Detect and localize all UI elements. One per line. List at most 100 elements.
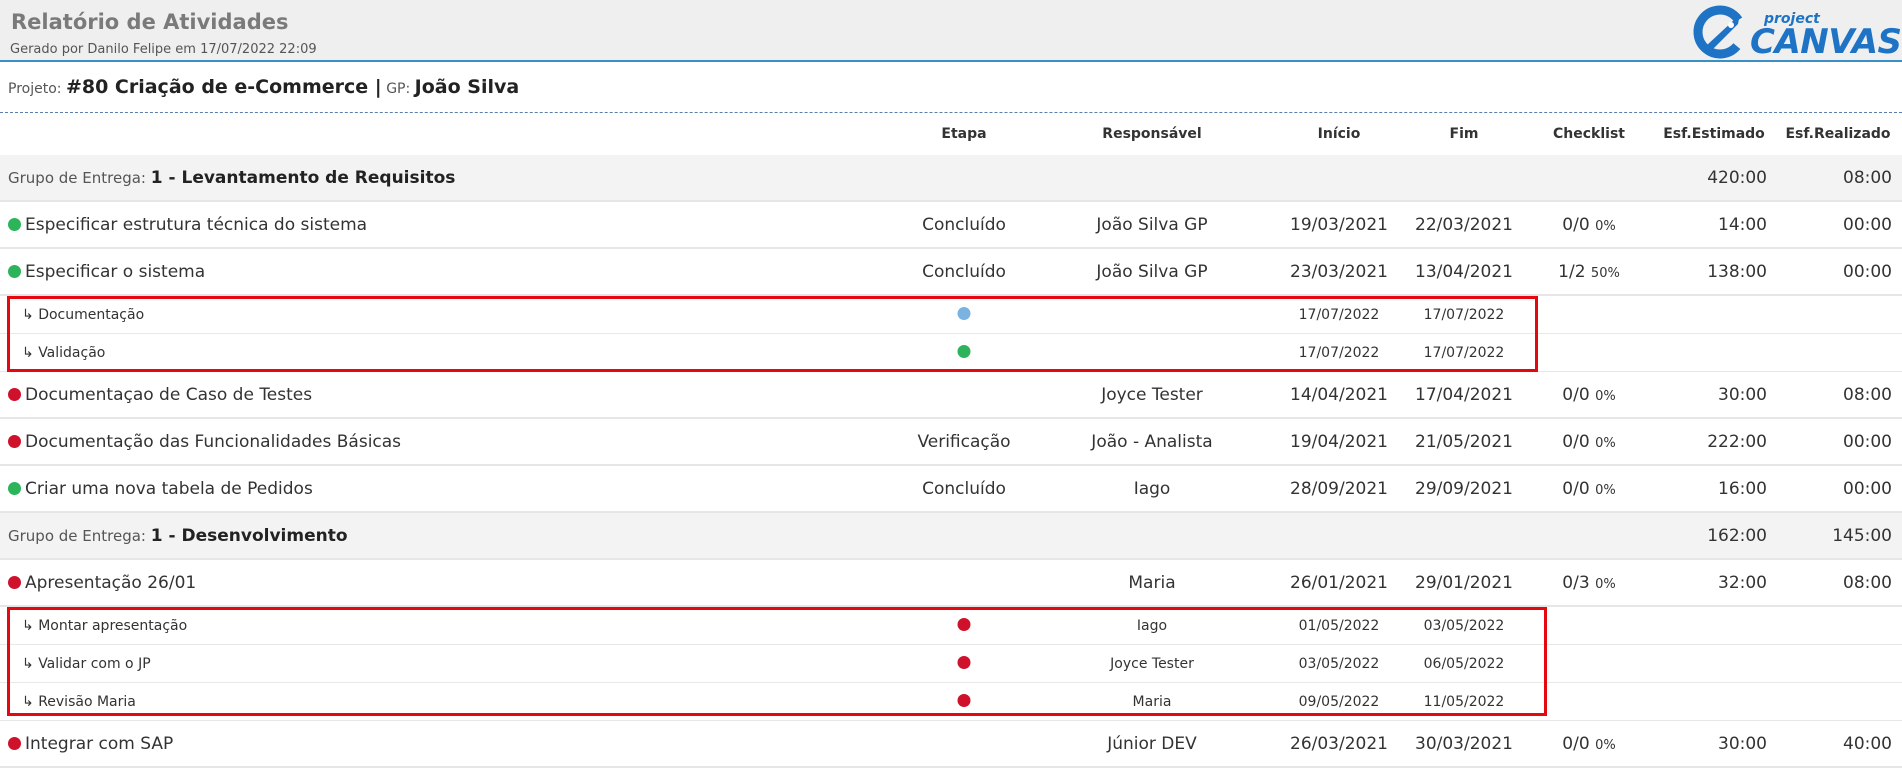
task-estimado: 32:00: [1718, 572, 1767, 593]
checklist-count: 0/0: [1562, 214, 1590, 235]
status-dot-icon: [8, 264, 21, 278]
task-realizado: 00:00: [1843, 261, 1892, 282]
checklist-percent: 0%: [1595, 218, 1616, 234]
group-label: Grupo de Entrega: 1 - Levantamento de Re…: [8, 168, 455, 188]
status-dot-icon: [8, 387, 21, 401]
status-dot-icon: [8, 575, 21, 589]
checklist-percent: 0%: [1595, 576, 1616, 592]
task-checklist: 0/0 0%: [1562, 432, 1615, 452]
task-responsavel: João Silva GP: [1096, 214, 1208, 235]
task-realizado: 08:00: [1843, 572, 1892, 593]
task-name: Criar uma nova tabela de Pedidos: [25, 478, 313, 499]
task-responsavel: João - Analista: [1091, 431, 1213, 452]
task-row[interactable]: Criar uma nova tabela de Pedidos Concluí…: [0, 466, 1902, 513]
task-etapa: Verificação: [917, 431, 1011, 452]
delivery-group-row: Grupo de Entrega: 1 - Levantamento de Re…: [0, 155, 1902, 202]
task-responsavel: Júnior DEV: [1107, 733, 1197, 754]
group-estimado: 420:00: [1707, 167, 1767, 188]
checklist-count: 0/0: [1562, 431, 1590, 452]
task-name-cell: Documentação das Funcionalidades Básicas: [8, 432, 401, 452]
task-name: Especificar estrutura técnica do sistema: [25, 214, 368, 235]
group-prefix: Grupo de Entrega:: [8, 526, 146, 545]
task-checklist: 0/0 0%: [1562, 385, 1615, 405]
col-header-inicio: Início: [1317, 126, 1361, 142]
col-header-estimado: Esf.Estimado: [1663, 126, 1765, 142]
logo-big-text: CANVAS: [1750, 22, 1902, 62]
task-etapa: Concluído: [922, 261, 1006, 282]
checklist-percent: 0%: [1595, 737, 1616, 753]
task-realizado: 00:00: [1843, 431, 1892, 452]
task-name-cell: Especificar estrutura técnica do sistema: [8, 215, 367, 235]
task-row[interactable]: Documentação das Funcionalidades Básicas…: [0, 419, 1902, 466]
col-header-checklist: Checklist: [1553, 126, 1625, 142]
highlight-box-subtasks-2: [7, 607, 1547, 716]
task-name-cell: Documentaçao de Caso de Testes: [8, 385, 312, 405]
task-inicio: 19/03/2021: [1290, 214, 1388, 235]
group-realizado: 08:00: [1843, 167, 1892, 188]
task-realizado: 00:00: [1843, 214, 1892, 235]
task-name: Integrar com SAP: [25, 733, 174, 754]
project-label: Projeto:: [8, 81, 62, 97]
task-estimado: 16:00: [1718, 478, 1767, 499]
report-title: Relatório de Atividades: [11, 10, 289, 34]
task-name-cell: Especificar o sistema: [8, 262, 205, 282]
project-name: #80 Criação de e-Commerce |: [65, 76, 382, 98]
dotted-divider: [0, 112, 1902, 113]
task-name-cell: Apresentação 26/01: [8, 573, 196, 593]
group-prefix: Grupo de Entrega:: [8, 168, 146, 187]
gp-name: João Silva: [414, 76, 520, 98]
group-name: 1 - Levantamento de Requisitos: [150, 167, 456, 188]
task-name-cell: Integrar com SAP: [8, 734, 173, 754]
task-inicio: 14/04/2021: [1290, 384, 1388, 405]
report-header: Relatório de Atividades Gerado por Danil…: [0, 0, 1902, 62]
report-subtitle: Gerado por Danilo Felipe em 17/07/2022 2…: [10, 42, 317, 57]
task-responsavel: Joyce Tester: [1101, 384, 1203, 405]
task-row[interactable]: Integrar com SAP Júnior DEV 26/03/2021 3…: [0, 721, 1902, 768]
group-name: 1 - Desenvolvimento: [150, 525, 348, 546]
task-name: Documentação das Funcionalidades Básicas: [25, 431, 402, 452]
project-canvas-logo: project CANVAS: [1688, 2, 1902, 62]
task-row[interactable]: Especificar o sistema Concluído João Sil…: [0, 249, 1902, 296]
task-checklist: 0/0 0%: [1562, 734, 1615, 754]
checklist-percent: 0%: [1595, 482, 1616, 498]
task-row[interactable]: Apresentação 26/01 Maria 26/01/2021 29/0…: [0, 560, 1902, 607]
task-fim: 21/05/2021: [1415, 431, 1513, 452]
status-dot-icon: [8, 481, 21, 495]
task-responsavel: Iago: [1133, 478, 1171, 499]
col-header-responsavel: Responsável: [1102, 126, 1202, 142]
task-estimado: 138:00: [1707, 261, 1767, 282]
status-dot-icon: [8, 217, 21, 231]
status-dot-icon: [8, 434, 21, 448]
delivery-group-row: Grupo de Entrega: 1 - Desenvolvimento 16…: [0, 513, 1902, 560]
task-inicio: 26/03/2021: [1290, 733, 1388, 754]
checklist-count: 0/3: [1562, 572, 1590, 593]
task-inicio: 23/03/2021: [1290, 261, 1388, 282]
col-header-etapa: Etapa: [941, 126, 987, 142]
task-checklist: 0/3 0%: [1562, 573, 1615, 593]
checklist-count: 0/0: [1562, 478, 1590, 499]
task-name-cell: Criar uma nova tabela de Pedidos: [8, 479, 313, 499]
group-label: Grupo de Entrega: 1 - Desenvolvimento: [8, 526, 348, 546]
task-name: Documentaçao de Caso de Testes: [25, 384, 313, 405]
task-checklist: 0/0 0%: [1562, 215, 1615, 235]
task-realizado: 08:00: [1843, 384, 1892, 405]
task-etapa: Concluído: [922, 478, 1006, 499]
task-fim: 29/01/2021: [1415, 572, 1513, 593]
checklist-percent: 50%: [1590, 265, 1620, 281]
task-etapa: Concluído: [922, 214, 1006, 235]
col-header-realizado: Esf.Realizado: [1785, 126, 1891, 142]
task-row[interactable]: Documentaçao de Caso de Testes Joyce Tes…: [0, 372, 1902, 419]
checklist-count: 0/0: [1562, 733, 1590, 754]
task-inicio: 19/04/2021: [1290, 431, 1388, 452]
task-name: Apresentação 26/01: [25, 572, 197, 593]
group-estimado: 162:00: [1707, 525, 1767, 546]
task-checklist: 1/2 50%: [1558, 262, 1620, 282]
task-estimado: 30:00: [1718, 384, 1767, 405]
checklist-percent: 0%: [1595, 435, 1616, 451]
task-estimado: 30:00: [1718, 733, 1767, 754]
task-name: Especificar o sistema: [25, 261, 206, 282]
task-estimado: 14:00: [1718, 214, 1767, 235]
col-header-fim: Fim: [1449, 126, 1479, 142]
task-row[interactable]: Especificar estrutura técnica do sistema…: [0, 202, 1902, 249]
task-inicio: 26/01/2021: [1290, 572, 1388, 593]
